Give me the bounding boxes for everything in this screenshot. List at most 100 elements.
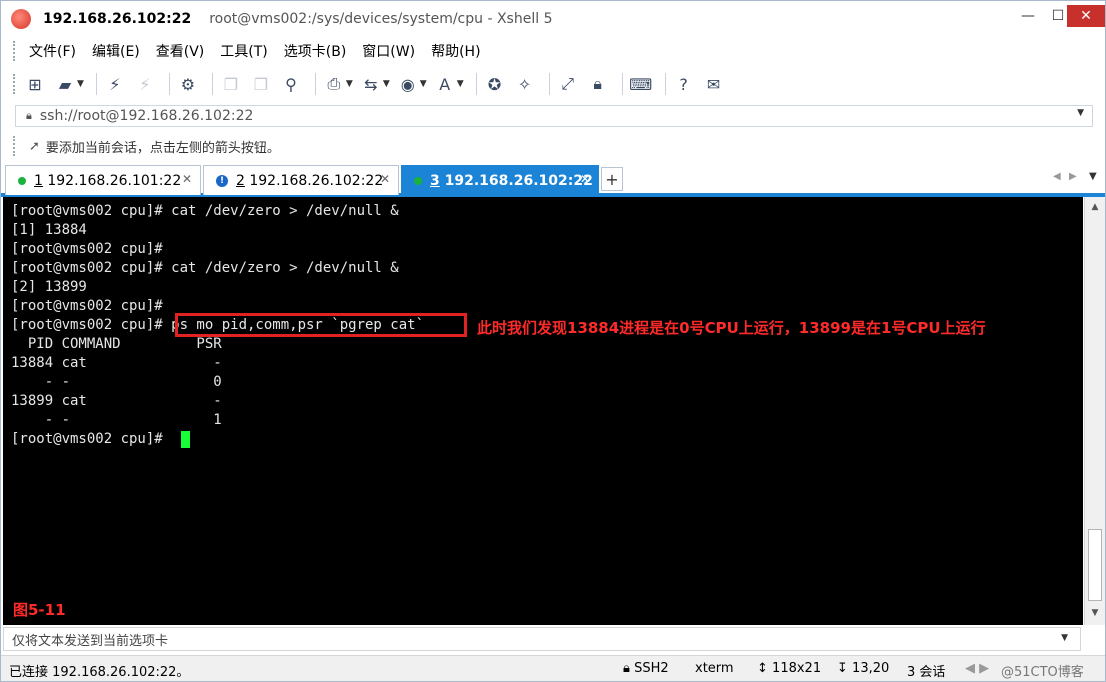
terminal-line: [2] 13899 xyxy=(11,279,87,295)
tab-strip: 1 192.168.26.101:22 ✕ ! 2 192.168.26.102… xyxy=(1,161,1105,197)
tab-list-dropdown-icon[interactable]: ▼ xyxy=(1089,171,1097,182)
xshell-window: 192.168.26.102:22 root@vms002:/sys/devic… xyxy=(0,0,1106,682)
toolbar: ⊞ ▰ ▼ ⚡ ⚡ ⚙ ❐ ❐ ⚲ ⎙ ▼ ⇆ ▼ ◉ ▼ A ▼ ✪ ✧ ⤢ 🔒︎ ⌨ … xyxy=(1,67,1105,101)
menu-edit[interactable]: 编辑(E) xyxy=(86,41,146,61)
annotation-text: 此时我们发现13884进程是在0号CPU上运行，13899是在1号CPU上运行 xyxy=(477,319,986,337)
session-hint-bar: ➚ 要添加当前会话，点击左侧的箭头按钮。 xyxy=(1,133,1105,159)
tab-status-icon xyxy=(18,176,26,185)
tab-close-icon[interactable]: ✕ xyxy=(380,172,390,186)
menubar-grip xyxy=(13,41,17,61)
address-bar[interactable]: 🔒︎ ssh://root@192.168.26.102:22 ▼ xyxy=(15,105,1093,127)
toolbar-separator xyxy=(548,73,550,95)
protocol-status: 🔒︎ SSH2 xyxy=(623,661,669,676)
tab-close-icon[interactable]: ✕ xyxy=(580,172,590,186)
menu-window[interactable]: 窗口(W) xyxy=(356,41,421,61)
terminal-line: 13899 cat - xyxy=(11,393,222,409)
figure-label: 图5-11 xyxy=(13,601,66,619)
toolbar-grip xyxy=(13,74,17,94)
terminal-line: [root@vms002 cpu]# cat /dev/zero > /dev/… xyxy=(11,203,399,219)
command-highlight-box xyxy=(175,313,467,337)
open-dropdown-icon[interactable]: ▼ xyxy=(77,79,84,89)
font-dropdown-icon[interactable]: ▼ xyxy=(457,79,464,89)
lock-icon: 🔒︎ xyxy=(26,109,32,122)
transfer-icon[interactable]: ⇆ xyxy=(359,72,383,96)
tab-scroll-right-icon[interactable]: ▶ xyxy=(1069,171,1077,182)
title-host: 192.168.26.102:22 xyxy=(43,11,192,27)
address-input[interactable]: ssh://root@192.168.26.102:22 xyxy=(40,108,254,124)
terminal-line: [root@vms002 cpu]# xyxy=(11,241,163,257)
status-nav-arrows[interactable]: ◀ ▶ xyxy=(965,661,989,676)
open-folder-icon[interactable]: ▰ xyxy=(53,72,77,96)
maximize-icon: ☐ xyxy=(1051,8,1065,24)
tab-label: 2 192.168.26.102:22 xyxy=(236,172,384,189)
xftp-icon[interactable]: ✪ xyxy=(483,72,507,96)
tab-status-icon xyxy=(414,176,422,185)
toolbar-separator xyxy=(664,73,666,95)
menu-tools[interactable]: 工具(T) xyxy=(214,41,273,61)
compose-bar[interactable]: 仅将文本发送到当前选项卡 ▼ xyxy=(3,627,1081,651)
cursor-position-status: ↧ 13,20 xyxy=(837,661,890,676)
paste-icon[interactable]: ❐ xyxy=(249,72,273,96)
terminal-scrollbar[interactable]: ▲ ▼ xyxy=(1084,197,1105,625)
menu-tabs[interactable]: 选项卡(B) xyxy=(278,41,353,61)
find-icon[interactable]: ⚲ xyxy=(279,72,303,96)
arrow-pointer-icon[interactable]: ➚ xyxy=(29,139,40,154)
transfer-dropdown-icon[interactable]: ▼ xyxy=(383,79,390,89)
new-session-icon[interactable]: ⊞ xyxy=(23,72,47,96)
plus-icon: + xyxy=(605,169,619,189)
properties-icon[interactable]: ⚙ xyxy=(176,72,200,96)
menu-bar: 文件(F) 编辑(E) 查看(V) 工具(T) 选项卡(B) 窗口(W) 帮助(… xyxy=(1,37,1105,65)
terminal-line: [root@vms002 cpu]# xyxy=(11,298,163,314)
tab-session-3[interactable]: 3 192.168.26.102:22 ✕ xyxy=(401,165,599,195)
connect-icon[interactable]: ⚡ xyxy=(103,72,127,96)
keyboard-icon[interactable]: ⌨ xyxy=(629,72,653,96)
copy-icon[interactable]: ❐ xyxy=(219,72,243,96)
tab-session-1[interactable]: 1 192.168.26.101:22 ✕ xyxy=(5,165,201,195)
minimize-button[interactable]: — xyxy=(1013,5,1043,27)
terminal-line: [1] 13884 xyxy=(11,222,87,238)
scroll-up-icon[interactable]: ▲ xyxy=(1085,199,1105,215)
status-bar: 已连接 192.168.26.102:22。 🔒︎ SSH2 xterm ↕ 1… xyxy=(1,655,1105,681)
globe-icon[interactable]: ◉ xyxy=(396,72,420,96)
compose-dropdown-icon[interactable]: ▼ xyxy=(1061,633,1068,643)
lock-icon[interactable]: 🔒︎ xyxy=(586,72,610,96)
window-title: root@vms002:/sys/devices/system/cpu - Xs… xyxy=(209,11,553,27)
address-dropdown-icon[interactable]: ▼ xyxy=(1077,108,1084,118)
fullscreen-icon[interactable]: ⤢ xyxy=(556,72,580,96)
tab-close-icon[interactable]: ✕ xyxy=(182,172,192,186)
toolbar-separator xyxy=(314,73,316,95)
scrollbar-thumb[interactable] xyxy=(1088,529,1102,601)
toolbar-separator xyxy=(211,73,213,95)
compose-target-label[interactable]: 仅将文本发送到当前选项卡 xyxy=(12,630,168,649)
font-icon[interactable]: A xyxy=(433,72,457,96)
terminal-line: [root@vms002 cpu]# xyxy=(11,431,172,447)
tab-session-2[interactable]: ! 2 192.168.26.102:22 ✕ xyxy=(203,165,399,195)
terminal-line: - - 0 xyxy=(11,374,222,390)
menu-file[interactable]: 文件(F) xyxy=(23,41,82,61)
xmanager-icon[interactable]: ✧ xyxy=(513,72,537,96)
disconnect-icon[interactable]: ⚡ xyxy=(133,72,157,96)
toolbar-separator xyxy=(621,73,623,95)
terminal-line: PID COMMAND PSR xyxy=(11,336,222,352)
title-bar[interactable]: 192.168.26.102:22 root@vms002:/sys/devic… xyxy=(1,1,1105,37)
scroll-down-icon[interactable]: ▼ xyxy=(1085,605,1105,621)
add-tab-button[interactable]: + xyxy=(601,167,623,191)
tab-info-icon: ! xyxy=(216,174,228,187)
xshell-logo-icon xyxy=(11,9,31,29)
print-dropdown-icon[interactable]: ▼ xyxy=(346,79,353,89)
help-icon[interactable]: ? xyxy=(672,72,696,96)
tab-scroll-left-icon[interactable]: ◀ xyxy=(1053,171,1061,182)
globe-dropdown-icon[interactable]: ▼ xyxy=(420,79,427,89)
menu-help[interactable]: 帮助(H) xyxy=(425,41,486,61)
tab-label: 3 192.168.26.102:22 xyxy=(430,172,593,189)
terminal-cursor xyxy=(181,431,190,448)
menu-view[interactable]: 查看(V) xyxy=(150,41,211,61)
print-icon[interactable]: ⎙ xyxy=(322,72,346,96)
toolbar-separator xyxy=(95,73,97,95)
terminal-line: 13884 cat - xyxy=(11,355,222,371)
chat-icon[interactable]: ✉ xyxy=(702,72,726,96)
toolbar-separator xyxy=(475,73,477,95)
resize-icon: ↕ xyxy=(757,661,768,676)
terminal-screen[interactable]: [root@vms002 cpu]# cat /dev/zero > /dev/… xyxy=(3,197,1083,625)
close-button[interactable]: ✕ xyxy=(1067,5,1105,27)
